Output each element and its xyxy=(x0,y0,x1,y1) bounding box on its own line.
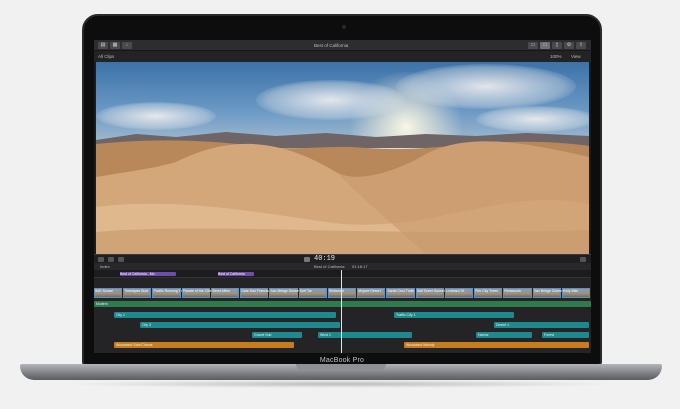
transport-bar: 40:19 xyxy=(94,254,591,263)
audio-clip-city1[interactable]: City 1 xyxy=(114,312,336,318)
video-clip[interactable]: Surf Tar xyxy=(298,288,327,298)
video-clip-label: Redwoods xyxy=(504,289,521,293)
playhead[interactable] xyxy=(341,270,342,353)
video-clip[interactable]: Santa Cruz Trails xyxy=(386,288,415,298)
video-clip-label: Salt Tower Sunset xyxy=(416,289,445,293)
audio-clip-label: Woodwind Solo/Chorus xyxy=(116,343,153,347)
video-clip[interactable]: Holly Bike xyxy=(561,288,590,298)
video-clip[interactable]: San Bridge Cinema xyxy=(532,288,564,298)
purple-marker[interactable]: Best of California xyxy=(218,272,254,276)
audio-clip-label: City 3 xyxy=(142,323,151,327)
laptop-base xyxy=(20,364,662,380)
app-screen: ▤ ▦ ↓ Best of California ▭ ▭ ▯ ⚙ ⇪ All C… xyxy=(94,40,591,353)
video-clip[interactable]: IMG Sunset xyxy=(94,288,123,298)
video-clip[interactable]: Redwoods xyxy=(503,288,532,298)
share-icon[interactable]: ⇪ xyxy=(576,42,586,49)
view-menu[interactable]: View xyxy=(571,51,581,62)
sand-dunes xyxy=(96,140,589,254)
laptop-lid: ▤ ▦ ↓ Best of California ▭ ▭ ▯ ⚙ ⇪ All C… xyxy=(82,14,602,366)
device-shadow xyxy=(60,380,620,388)
trim-tool-icon[interactable] xyxy=(108,257,114,262)
library-toggle-icon[interactable]: ▤ xyxy=(98,42,108,49)
audio-clip-woodwind-melody[interactable]: Woodwind Melody xyxy=(404,342,589,348)
video-clip-label: Pier City Trees xyxy=(475,289,498,293)
zoom-menu[interactable]: 100% xyxy=(550,51,562,62)
audio-clip-label: Traffic City 1 xyxy=(396,313,416,317)
settings-icon[interactable]: ⚙ xyxy=(564,42,574,49)
video-clip[interactable]: Mojave Desert xyxy=(357,288,386,298)
video-clip-label: Santa Cruz Trails xyxy=(387,289,415,293)
audio-clip-label: City 1 xyxy=(116,313,125,317)
video-clip-label: Gate San Francisco xyxy=(241,289,273,293)
marker-label: Best of California - Mo xyxy=(120,272,155,276)
audio-clip-city3[interactable]: City 3 xyxy=(140,322,340,328)
audio-clip-label: Harbor xyxy=(478,333,489,337)
video-clip-label: San Bridge Sunset xyxy=(270,289,300,293)
index-button[interactable]: Index xyxy=(100,263,110,270)
video-clip[interactable]: Salt Tower Sunset xyxy=(415,288,445,298)
zoom-tool-icon[interactable] xyxy=(118,257,124,262)
audio-clip-label: Forest xyxy=(544,333,554,337)
app-toolbar: ▤ ▦ ↓ Best of California ▭ ▭ ▯ ⚙ ⇪ xyxy=(94,40,591,51)
tool-menu-icon[interactable] xyxy=(98,257,104,262)
project-duration: 01:18:17 xyxy=(352,264,368,269)
library-label: All Clips xyxy=(98,54,115,59)
video-clip[interactable]: Gate San Francisco xyxy=(240,288,272,298)
video-clip-label: San Bridge Cinema xyxy=(533,289,564,293)
timeline-header: Index Best of California 01:18:17 xyxy=(94,263,591,270)
marker-label: Best of California xyxy=(218,272,245,276)
audio-clip-label: Wind 1 xyxy=(320,333,331,337)
timeline-ruler: Best of California - Mo Best of Californ… xyxy=(94,270,591,278)
audio-clip-wind[interactable]: Wind 1 xyxy=(318,332,412,338)
audio-clip-label: Woodwind Melody xyxy=(406,343,435,347)
audio-clip-woodwind-solo[interactable]: Woodwind Solo/Chorus xyxy=(114,342,294,348)
video-clip[interactable]: Lombard St. xyxy=(444,288,474,298)
layout-active-icon[interactable]: ▭ xyxy=(540,42,550,49)
video-clip-label: Lombard St. xyxy=(445,289,465,293)
fullscreen-icon[interactable] xyxy=(580,257,586,262)
audio-clip-desert[interactable]: Desert 1 xyxy=(494,322,589,328)
video-clip-label: Holly Bike xyxy=(562,289,579,293)
video-clip-label: Sierra Mtns xyxy=(211,289,230,293)
video-clip[interactable]: Parade of the Cities xyxy=(181,288,213,298)
video-clip-label: Mojave Desert xyxy=(358,289,381,293)
audio-clip-label: Gravel Sub xyxy=(254,333,272,337)
viewer-bar: All Clips 100% View xyxy=(94,51,591,62)
audio-clip-traffic[interactable]: Traffic City 1 xyxy=(394,312,514,318)
viewer-image xyxy=(96,62,589,254)
browser-toggle-icon[interactable]: ▦ xyxy=(110,42,120,49)
audio-clip-label: Desert 1 xyxy=(496,323,510,327)
video-clip-label: Timelapse Boat xyxy=(124,289,149,293)
video-clip[interactable]: Pier City Trees xyxy=(474,288,503,298)
video-clip[interactable]: Timelapse Boat xyxy=(123,288,152,298)
audio-clip-harbor[interactable]: Harbor xyxy=(476,332,532,338)
project-label: Best of California xyxy=(314,264,345,269)
window-title: Best of California xyxy=(314,43,349,48)
brand-label: MacBook Pro xyxy=(319,357,365,364)
audio-clip-gravel[interactable]: Gravel Sub xyxy=(252,332,302,338)
play-icon[interactable] xyxy=(304,257,310,262)
video-clip-label: Pacific Running Trail xyxy=(153,289,186,293)
import-icon[interactable]: ↓ xyxy=(122,42,132,49)
music-track-label: Modern xyxy=(96,302,108,306)
camera-icon xyxy=(342,25,346,29)
video-clip[interactable]: Sierra Mtns xyxy=(210,288,240,298)
audio-clip-forest[interactable]: Forest xyxy=(542,332,589,338)
inspector-icon[interactable]: ▯ xyxy=(552,42,562,49)
video-clip[interactable]: Pacific Running Trail xyxy=(152,288,185,298)
purple-marker[interactable]: Best of California - Mo xyxy=(120,272,176,276)
layout-icon[interactable]: ▭ xyxy=(528,42,538,49)
laptop-device: ▤ ▦ ↓ Best of California ▭ ▭ ▯ ⚙ ⇪ All C… xyxy=(0,0,680,409)
video-clip-label: Surf Tar xyxy=(299,289,312,293)
music-track[interactable]: Modern xyxy=(94,301,591,307)
opening-notch xyxy=(296,364,386,370)
video-clip[interactable]: San Bridge Sunset xyxy=(269,288,300,298)
video-clip-label: IMG Sunset xyxy=(95,289,114,293)
video-clip-label: Parade of the Cities xyxy=(182,289,214,293)
